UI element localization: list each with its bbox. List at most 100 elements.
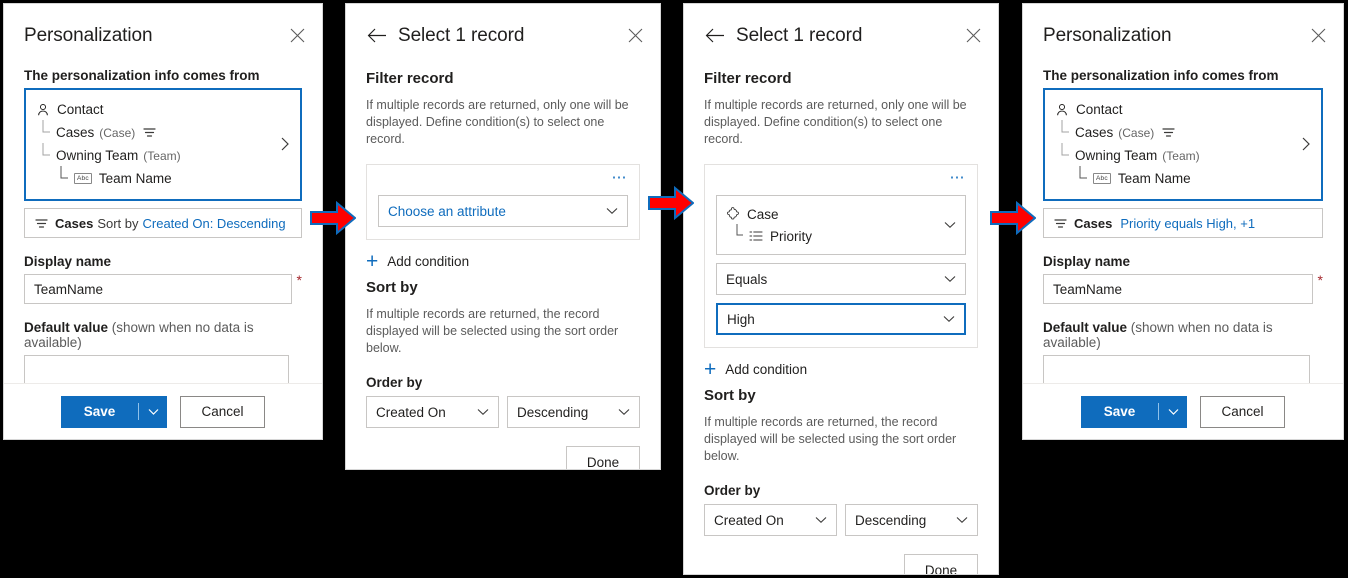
tree-elbow-icon bbox=[58, 165, 74, 192]
chevron-down-icon bbox=[943, 315, 955, 323]
panel-header: Select 1 record bbox=[684, 4, 998, 52]
personalization-panel-initial: Personalization The personalization info… bbox=[3, 3, 323, 440]
personalization-panel-result: Personalization The personalization info… bbox=[1022, 3, 1344, 440]
tree-row[interactable]: Cases (Case) bbox=[36, 119, 276, 144]
chevron-down-icon bbox=[477, 408, 489, 416]
default-value-label: Default value (shown when no data is ava… bbox=[24, 320, 302, 350]
tree-row[interactable]: Contact bbox=[36, 98, 276, 121]
done-button[interactable]: Done bbox=[566, 446, 640, 469]
display-name-input[interactable] bbox=[24, 274, 292, 304]
display-name-input[interactable] bbox=[1043, 274, 1313, 304]
panel-body: The personalization info comes from Cont… bbox=[1023, 68, 1343, 385]
panel-body: Filter record If multiple records are re… bbox=[346, 70, 660, 469]
close-icon[interactable] bbox=[962, 25, 984, 47]
order-field-value: Created On bbox=[714, 512, 784, 528]
close-icon[interactable] bbox=[286, 25, 308, 47]
back-arrow-icon[interactable] bbox=[366, 25, 388, 47]
panel-footer: Save Cancel bbox=[4, 383, 322, 439]
contact-person-icon bbox=[1055, 103, 1069, 117]
add-condition-button[interactable]: + Add condition bbox=[704, 359, 978, 380]
order-field-dropdown[interactable]: Created On bbox=[704, 504, 837, 536]
condition-card: ⋯ Case Priority Equals High bbox=[704, 164, 978, 348]
back-arrow-icon[interactable] bbox=[704, 25, 726, 47]
source-label: The personalization info comes from bbox=[24, 68, 260, 83]
close-icon[interactable] bbox=[624, 25, 646, 47]
tree-elbow-icon bbox=[1077, 165, 1093, 192]
filter-summary-button[interactable]: Cases Priority equals High, +1 bbox=[1043, 208, 1323, 238]
filter-summary-button[interactable]: Cases Sort by Created On: Descending bbox=[24, 208, 302, 238]
save-button[interactable]: Save bbox=[61, 395, 167, 428]
tree-elbow-icon bbox=[40, 142, 56, 169]
default-value-input[interactable] bbox=[1043, 355, 1310, 385]
tree-row[interactable]: Contact bbox=[1055, 98, 1297, 121]
chevron-down-icon bbox=[956, 516, 968, 524]
default-value-label-text: Default value bbox=[24, 320, 109, 335]
order-field-dropdown[interactable]: Created On bbox=[366, 396, 499, 428]
order-direction-dropdown[interactable]: Descending bbox=[507, 396, 640, 428]
attribute-dropdown[interactable]: Choose an attribute bbox=[378, 195, 628, 227]
done-button[interactable]: Done bbox=[904, 554, 978, 574]
add-condition-label: Add condition bbox=[725, 362, 808, 377]
value-dropdown[interactable]: High bbox=[716, 303, 966, 335]
filter-record-description: If multiple records are returned, only o… bbox=[366, 98, 629, 146]
attribute-entity-label: Case bbox=[747, 206, 779, 222]
tree-row[interactable]: Abc Team Name bbox=[36, 165, 276, 192]
tree-row-label: Cases bbox=[1075, 125, 1114, 140]
filter-summary-link[interactable]: Created On: Descending bbox=[143, 216, 286, 231]
order-by-label: Order by bbox=[704, 483, 761, 498]
filter-icon[interactable] bbox=[1162, 127, 1175, 138]
save-button[interactable]: Save bbox=[1081, 395, 1187, 428]
personalization-source-tree[interactable]: Contact Cases (Case) Owning Team (Team) … bbox=[24, 88, 302, 201]
chevron-down-icon bbox=[606, 207, 618, 215]
ellipsis-icon[interactable]: ⋯ bbox=[716, 170, 966, 187]
cancel-button[interactable]: Cancel bbox=[1200, 395, 1285, 428]
chevron-down-icon bbox=[944, 275, 956, 283]
tree-row-label: Team Name bbox=[98, 171, 172, 186]
tree-row[interactable]: Cases (Case) bbox=[1055, 119, 1297, 144]
tree-row-label: Cases bbox=[56, 125, 95, 140]
save-button-label: Save bbox=[83, 404, 116, 419]
add-condition-button[interactable]: + Add condition bbox=[366, 251, 640, 272]
entity-puzzle-icon bbox=[726, 207, 740, 221]
attribute-dropdown[interactable]: Case Priority bbox=[716, 195, 966, 255]
source-label: The personalization info comes from bbox=[1043, 68, 1279, 83]
tree-row[interactable]: Owning Team (Team) bbox=[1055, 142, 1297, 167]
tree-row-label: Contact bbox=[1076, 102, 1123, 117]
filter-icon bbox=[35, 218, 48, 229]
order-by-row: Created On Descending bbox=[704, 504, 978, 536]
contact-person-icon bbox=[36, 103, 50, 117]
attribute-field-row: Priority bbox=[726, 223, 944, 247]
sort-by-description: If multiple records are returned, the re… bbox=[366, 307, 619, 355]
tree-row[interactable]: Owning Team (Team) bbox=[36, 142, 276, 169]
display-name-label: Display name bbox=[1043, 254, 1131, 269]
tree-row[interactable]: Abc Team Name bbox=[1055, 165, 1297, 192]
default-value-input[interactable] bbox=[24, 355, 289, 385]
personalization-source-tree[interactable]: Contact Cases (Case) Owning Team (Team) … bbox=[1043, 88, 1323, 201]
close-icon[interactable] bbox=[1307, 25, 1329, 47]
order-by-label: Order by bbox=[366, 375, 423, 390]
display-name-label: Display name bbox=[24, 254, 112, 269]
attribute-field-label: Priority bbox=[770, 228, 813, 244]
order-direction-dropdown[interactable]: Descending bbox=[845, 504, 978, 536]
sort-by-heading: Sort by bbox=[704, 387, 756, 404]
filter-summary-link[interactable]: Priority equals High, +1 bbox=[1120, 216, 1255, 231]
value-dropdown-value: High bbox=[727, 311, 755, 327]
chevron-down-icon bbox=[944, 221, 956, 229]
panel-footer: Save Cancel bbox=[1023, 383, 1343, 439]
attribute-dropdown-label: Choose an attribute bbox=[388, 203, 506, 219]
filter-icon[interactable] bbox=[143, 127, 156, 138]
chevron-right-icon[interactable] bbox=[276, 98, 294, 190]
order-field-value: Created On bbox=[376, 404, 446, 420]
chevron-down-icon[interactable] bbox=[1159, 408, 1187, 416]
panel-header: Select 1 record bbox=[346, 4, 660, 52]
ellipsis-icon[interactable]: ⋯ bbox=[378, 170, 628, 187]
page-title: Select 1 record bbox=[736, 24, 863, 46]
sort-by-heading: Sort by bbox=[366, 279, 418, 296]
cancel-button[interactable]: Cancel bbox=[180, 395, 265, 428]
panel-body: Filter record If multiple records are re… bbox=[684, 70, 998, 574]
chevron-right-icon[interactable] bbox=[1297, 98, 1315, 190]
tree-row-entity: (Team) bbox=[1162, 148, 1200, 163]
operator-dropdown[interactable]: Equals bbox=[716, 263, 966, 295]
chevron-down-icon[interactable] bbox=[139, 408, 167, 416]
tree-row-entity: (Case) bbox=[99, 125, 136, 140]
